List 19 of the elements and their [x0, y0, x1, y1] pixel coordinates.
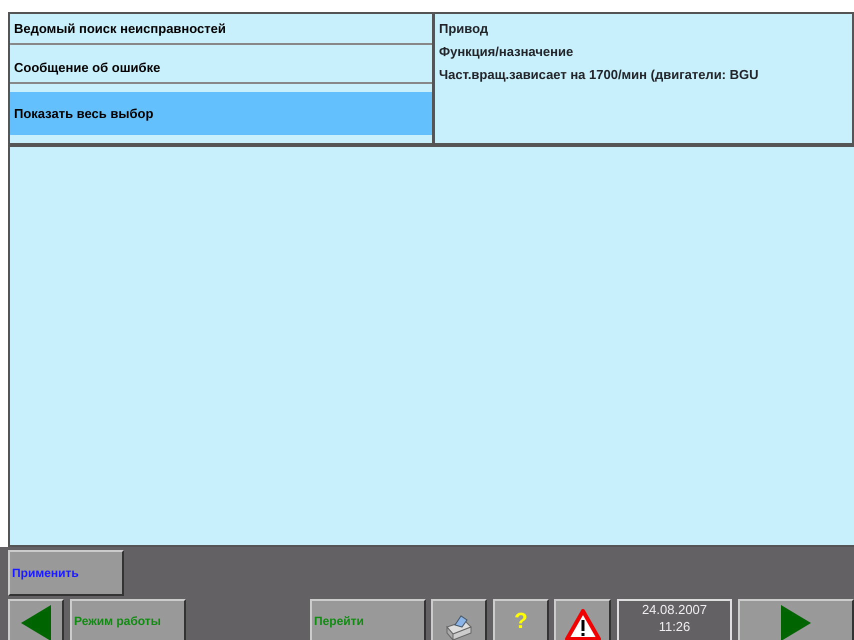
back-button[interactable]: [8, 599, 64, 640]
menu-item[interactable]: Ведомый поиск неисправностей: [10, 14, 432, 45]
date-time-display: 24.08.2007 11:26: [617, 599, 732, 640]
right-arrow-icon: [781, 605, 811, 640]
printer-icon: [445, 615, 473, 640]
menu-item[interactable]: Сообщение об ошибке: [10, 53, 432, 84]
info-text: Привод: [439, 21, 488, 36]
goto-button[interactable]: Перейти: [310, 599, 426, 640]
menu-item[interactable]: Показать весь выбор: [10, 92, 432, 135]
mode-button[interactable]: Режим работы: [70, 599, 186, 640]
print-button[interactable]: [431, 599, 487, 640]
info-text: Функция/назначение: [439, 44, 574, 59]
warning-icon: [564, 609, 600, 640]
apply-button[interactable]: Применить: [8, 550, 124, 596]
info-text: Част.вращ.зависает на 1700/мин (двигатели: BGU: [439, 67, 759, 82]
left-arrow-icon: [21, 605, 51, 640]
next-button[interactable]: [738, 599, 854, 640]
warning-button[interactable]: [554, 599, 611, 640]
help-button[interactable]: ?: [493, 599, 549, 640]
